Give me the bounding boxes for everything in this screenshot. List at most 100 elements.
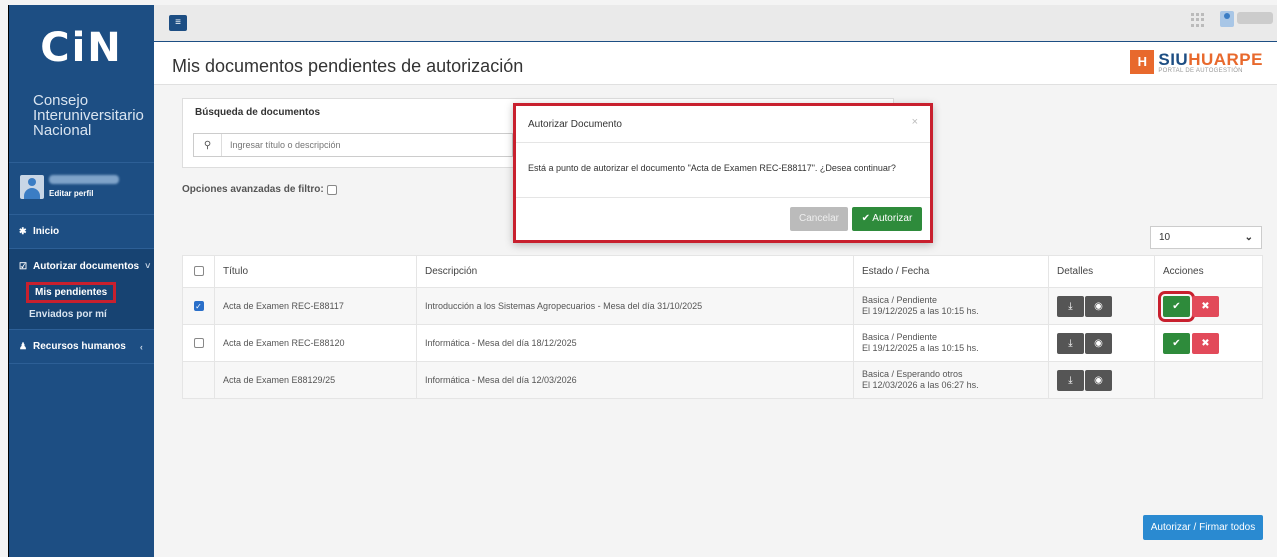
select-all-cell [182,255,215,288]
row-state: Basica / Pendiente [862,332,938,342]
brand-subtitle: PORTAL DE AUTOGESTIÓN [1158,67,1243,74]
select-all-checkbox[interactable] [193,266,204,277]
row-title: Acta de Examen REC-E88120 [214,324,417,362]
search-input[interactable] [222,140,502,150]
row-status: Basica / Pendiente El 19/12/2025 a las 1… [853,324,1049,362]
advanced-filter-checkbox[interactable] [326,184,337,195]
row-status: Basica / Pendiente El 19/12/2025 a las 1… [853,287,1049,325]
nav-home[interactable]: ✱ Inicio [9,215,154,249]
nav-hr-label: Recursos humanos [33,341,126,352]
dialog-footer: Cancelar ✔ Autorizar [516,198,930,240]
advanced-filter-label: Opciones avanzadas de filtro: [182,184,324,195]
row-state: Basica / Pendiente [862,295,938,305]
check-square-icon: ☑ [19,260,28,271]
row-actions: ✔ ✖ [1154,324,1263,362]
chevron-down-icon: ⌄ [1244,232,1253,243]
org-name: Consejo Interuniversitario Nacional [9,91,154,163]
avatar[interactable] [20,175,44,199]
search-field: ⚲ [193,133,513,157]
advanced-filter-toggle: Opciones avanzadas de filtro: [182,184,337,195]
cancel-button[interactable]: Cancelar [790,207,848,231]
user-name-redacted [49,175,119,184]
org-name-line2: Interuniversitario [33,107,144,124]
brand-name: SIUHUARPE [1158,49,1263,69]
search-icon[interactable]: ⚲ [194,134,222,156]
home-icon: ✱ [19,226,27,236]
page-size-select[interactable]: 10 ⌄ [1150,226,1262,249]
table-header-row: Título Descripción Estado / Fecha Detall… [182,255,1263,288]
row-description: Informática - Mesa del día 12/03/2026 [416,361,854,399]
row-details: ⤓ ◉ [1048,361,1155,399]
authorize-dialog: Autorizar Documento × Está a punto de au… [513,103,933,243]
siu-huarpe-logo: H SIUHUARPE PORTAL DE AUTOGESTIÓN [1130,50,1263,74]
download-button[interactable]: ⤓ [1057,332,1084,354]
nav-human-resources[interactable]: ♟ Recursos humanos ‹ [9,330,154,364]
org-name-line3: Nacional [33,122,92,139]
col-status-date[interactable]: Estado / Fecha [853,255,1049,288]
table-row: Acta de Examen REC-E88120 Informática - … [182,324,1263,362]
page-size-value: 10 [1159,232,1171,243]
nav-authorize-documents[interactable]: ☑ Autorizar documentos ˅ [9,249,154,283]
view-button[interactable]: ◉ [1085,295,1112,317]
confirm-authorize-button[interactable]: ✔ Autorizar [852,207,922,231]
user-avatar-icon[interactable] [1220,11,1234,27]
row-status: Basica / Esperando otros El 12/03/2026 a… [853,361,1049,399]
nav-my-pending[interactable]: Mis pendientes [21,281,131,303]
cin-logo: CiN [9,5,154,91]
authorize-button[interactable]: ✔ [1158,290,1195,322]
row-select-cell [182,361,215,399]
row-checkbox[interactable] [193,338,204,349]
dialog-header: Autorizar Documento × [516,106,930,143]
row-details: ⤓ ◉ [1048,287,1155,325]
nav-sent-by-me[interactable]: Enviados por mí [9,305,154,323]
row-state: Basica / Esperando otros [862,369,963,379]
row-title: Acta de Examen REC-E88117 [214,287,417,325]
menu-toggle-button[interactable]: ≡ [169,15,187,31]
dialog-message: Está a punto de autorizar el documento "… [516,143,930,198]
user-menu-redacted[interactable] [1237,12,1273,24]
sidebar: CiN Consejo Interuniversitario Nacional … [8,5,154,557]
download-button[interactable]: ⤓ [1057,295,1084,317]
search-panel-title: Búsqueda de documentos [195,107,321,118]
row-actions: ✔ ✖ [1154,287,1263,325]
row-date: El 12/03/2026 a las 06:27 hs. [862,380,979,390]
nav-group-authorize: ☑ Autorizar documentos ˅ Mis pendientes … [9,249,154,330]
col-description[interactable]: Descripción [416,255,854,288]
row-date: El 19/12/2025 a las 10:15 hs. [862,306,979,316]
apps-grid-icon[interactable] [1191,13,1205,27]
row-select-cell [182,324,215,362]
authorize-button[interactable]: ✔ [1163,332,1190,354]
col-details: Detalles [1048,255,1155,288]
chevron-down-icon: ˅ [145,261,151,271]
edit-profile-link[interactable]: Editar perfil [49,189,93,198]
row-description: Informática - Mesa del día 18/12/2025 [416,324,854,362]
row-date: El 19/12/2025 a las 10:15 hs. [862,343,979,353]
dialog-title: Autorizar Documento [528,119,622,130]
documents-table: Título Descripción Estado / Fecha Detall… [182,255,1263,399]
reject-button[interactable]: ✖ [1192,332,1219,354]
authorize-all-button[interactable]: Autorizar / Firmar todos [1143,515,1263,540]
logo-text: CiN [40,25,123,71]
nav-home-label: Inicio [33,226,60,237]
col-actions: Acciones [1154,255,1263,288]
confirm-label: Autorizar [872,213,913,224]
view-button[interactable]: ◉ [1085,369,1112,391]
row-description: Introducción a los Sistemas Agropecuario… [416,287,854,325]
org-name-line1: Consejo [33,92,89,109]
row-select-cell: ✓ [182,287,215,325]
col-title[interactable]: Título [214,255,417,288]
row-details: ⤓ ◉ [1048,324,1155,362]
view-button[interactable]: ◉ [1085,332,1112,354]
top-bar: ≡ [154,5,1277,42]
check-circle-icon: ✔ [861,213,871,224]
close-icon[interactable]: × [912,116,918,128]
nav-authorize-label: Autorizar documentos [33,260,140,272]
nav-my-pending-label: Mis pendientes [25,281,117,303]
row-checkbox-checked[interactable]: ✓ [193,301,204,312]
download-button[interactable]: ⤓ [1057,369,1084,391]
brand-mark-icon: H [1130,50,1155,74]
table-row: Acta de Examen E88129/25 Informática - M… [182,361,1263,399]
chevron-left-icon: ‹ [139,341,143,352]
reject-button[interactable]: ✖ [1192,295,1219,317]
row-actions [1154,361,1263,399]
